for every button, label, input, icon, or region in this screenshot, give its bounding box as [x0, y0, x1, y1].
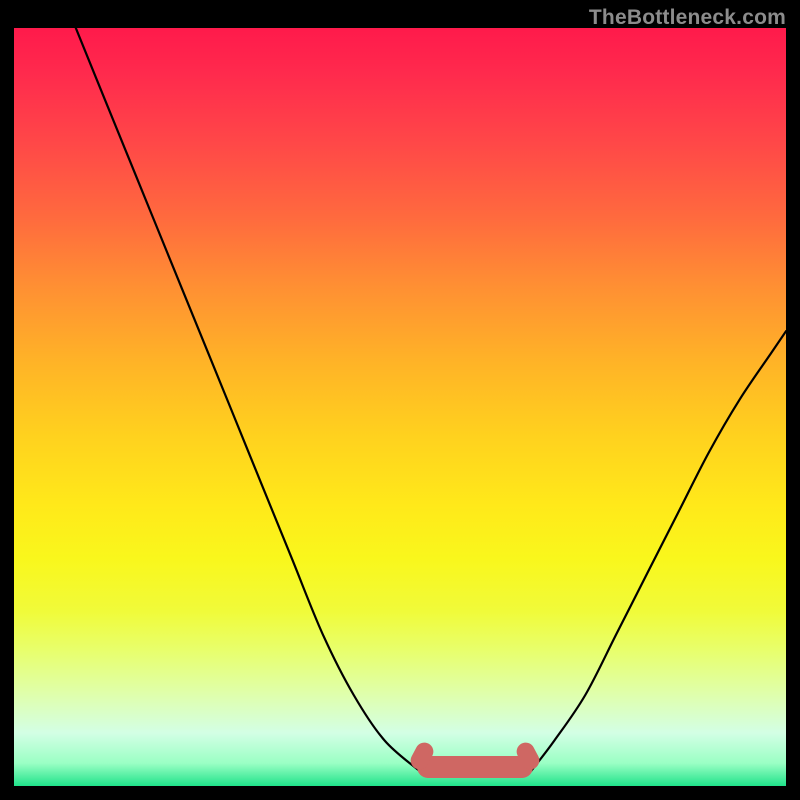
- chart-frame: TheBottleneck.com: [0, 0, 800, 800]
- plot-area: [14, 28, 786, 786]
- bottleneck-curve: [14, 28, 786, 786]
- valley-marker: [419, 756, 531, 778]
- source-attribution: TheBottleneck.com: [589, 6, 786, 30]
